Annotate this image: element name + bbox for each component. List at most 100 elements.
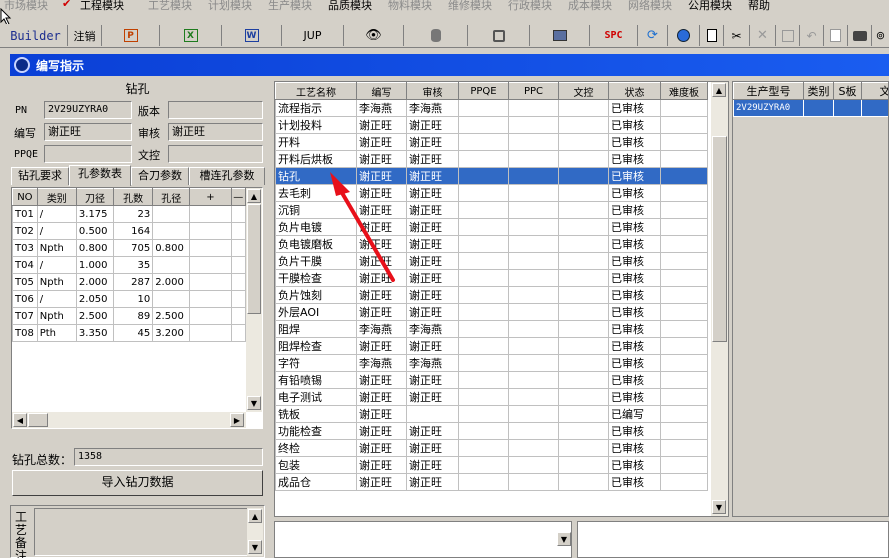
scroll-down-icon[interactable]: ▼ bbox=[247, 396, 261, 410]
col-s-board[interactable]: S板 bbox=[833, 82, 862, 100]
col-plus[interactable]: + bbox=[189, 188, 232, 206]
bottom-text-area[interactable] bbox=[577, 521, 889, 558]
menu-help[interactable]: 帮助 bbox=[748, 0, 770, 12]
col-production-model[interactable]: 生产型号 bbox=[733, 82, 804, 100]
print-button[interactable] bbox=[848, 25, 872, 46]
table-row[interactable]: 钻孔 谢正旺 谢正旺 已审核 bbox=[275, 167, 708, 185]
table-row[interactable]: 铣板 谢正旺 已编写 bbox=[275, 405, 708, 423]
col-author[interactable]: 编写 bbox=[356, 82, 407, 100]
table-row[interactable]: 终检 谢正旺 谢正旺 已审核 bbox=[275, 439, 708, 457]
word-button[interactable]: W bbox=[222, 25, 282, 46]
builder-button[interactable]: Builder bbox=[4, 25, 68, 46]
table-row[interactable]: 负片电镀 谢正旺 谢正旺 已审核 bbox=[275, 218, 708, 236]
tab-hole-params[interactable]: 孔参数表 bbox=[69, 165, 131, 186]
logout-button[interactable]: 注销 bbox=[68, 25, 102, 46]
scroll-up-icon[interactable]: ▲ bbox=[248, 509, 262, 523]
menu-production[interactable]: 生产模块 bbox=[268, 0, 312, 12]
network-button[interactable] bbox=[468, 25, 530, 46]
table-row[interactable]: 阻焊检查 谢正旺 谢正旺 已审核 bbox=[275, 337, 708, 355]
menu-maintenance[interactable]: 维修模块 bbox=[448, 0, 492, 12]
scroll-left-icon[interactable]: ◀ bbox=[13, 413, 27, 427]
binoculars-button[interactable]: ⊚ bbox=[872, 25, 889, 46]
excel-button[interactable]: X bbox=[160, 25, 222, 46]
table-row[interactable]: T05 Npth 2.000 287 2.000 bbox=[12, 273, 247, 291]
menu-process[interactable]: 工艺模块 bbox=[148, 0, 192, 12]
table-row[interactable]: 沉铜 谢正旺 谢正旺 已审核 bbox=[275, 201, 708, 219]
table-row[interactable]: 开料 谢正旺 谢正旺 已审核 bbox=[275, 133, 708, 151]
scroll-thumb[interactable] bbox=[247, 204, 261, 314]
computer-button[interactable] bbox=[530, 25, 590, 46]
table-row[interactable]: T04/1.000 35 bbox=[12, 256, 247, 274]
menu-common[interactable]: 公用模块 bbox=[688, 0, 732, 12]
col-difficulty[interactable]: 难度板 bbox=[660, 82, 708, 100]
table-row[interactable]: 字符 李海燕 李海燕 已审核 bbox=[275, 354, 708, 372]
ppqe-field[interactable] bbox=[44, 145, 132, 163]
spc-button[interactable]: SPC bbox=[590, 25, 638, 46]
scroll-up-icon[interactable]: ▲ bbox=[712, 83, 726, 97]
col-hole-diameter[interactable]: 孔径 bbox=[152, 188, 191, 206]
doc-control-field[interactable] bbox=[168, 145, 263, 163]
table-row[interactable]: 流程指示 李海燕 李海燕 已审核 bbox=[275, 99, 708, 117]
table-row[interactable]: 干膜检查 谢正旺 谢正旺 已审核 bbox=[275, 269, 708, 287]
col-type[interactable]: 类别 bbox=[36, 188, 77, 206]
col-tool-diameter[interactable]: 刀径 bbox=[75, 188, 115, 206]
table-row[interactable]: 阻焊 李海燕 李海燕 已审核 bbox=[275, 320, 708, 338]
tab-slot-params[interactable]: 槽连孔参数 bbox=[189, 167, 265, 185]
chevron-down-icon[interactable]: ▼ bbox=[557, 532, 571, 546]
scroll-up-icon[interactable]: ▲ bbox=[247, 189, 261, 203]
table-row[interactable]: T02/0.500 164 bbox=[12, 222, 247, 240]
table-row[interactable]: T06/2.050 10 bbox=[12, 290, 247, 308]
database-button[interactable] bbox=[404, 25, 468, 46]
menu-material[interactable]: 物料模块 bbox=[388, 0, 432, 12]
col-minus[interactable]: — bbox=[230, 188, 247, 206]
powerpoint-button[interactable]: P bbox=[102, 25, 160, 46]
remark-vscroll[interactable]: ▲ ▼ bbox=[247, 508, 263, 556]
table-row[interactable]: 功能检查 谢正旺 谢正旺 已审核 bbox=[275, 422, 708, 440]
table-row[interactable]: 外层AOI 谢正旺 谢正旺 已审核 bbox=[275, 303, 708, 321]
bottom-combo[interactable]: ▼ bbox=[274, 521, 572, 558]
table-row[interactable]: 电子测试 谢正旺 谢正旺 已审核 bbox=[275, 388, 708, 406]
menu-network[interactable]: 网络模块 bbox=[628, 0, 672, 12]
table-row[interactable]: 有铅喷锡 谢正旺 谢正旺 已审核 bbox=[275, 371, 708, 389]
table-row[interactable]: 去毛刺 谢正旺 谢正旺 已审核 bbox=[275, 184, 708, 202]
scroll-thumb[interactable] bbox=[28, 413, 48, 427]
view-button[interactable]: 👁 bbox=[344, 25, 404, 46]
pn-field[interactable]: 2V29UZYRA0 bbox=[44, 101, 132, 119]
table-row[interactable]: T03 Npth 0.800 705 0.800 bbox=[12, 239, 247, 257]
table-row[interactable]: 成品仓 谢正旺 谢正旺 已审核 bbox=[275, 473, 708, 491]
preview-button[interactable] bbox=[824, 25, 848, 46]
table-row[interactable]: 计划投料 谢正旺 谢正旺 已审核 bbox=[275, 116, 708, 134]
col-ppqe[interactable]: PPQE bbox=[458, 82, 509, 100]
scroll-thumb[interactable] bbox=[712, 136, 727, 342]
process-grid-vscroll[interactable]: ▲ ▼ bbox=[711, 82, 728, 516]
undo-button[interactable]: ↶ bbox=[800, 25, 824, 46]
table-row[interactable]: 负电镀磨板 谢正旺 谢正旺 已审核 bbox=[275, 235, 708, 253]
save-button[interactable] bbox=[776, 25, 800, 46]
tab-drill-requirements[interactable]: 钻孔要求 bbox=[11, 167, 69, 185]
menu-admin[interactable]: 行政模块 bbox=[508, 0, 552, 12]
table-row[interactable]: 负片干膜 谢正旺 谢正旺 已审核 bbox=[275, 252, 708, 270]
col-ppc[interactable]: PPC bbox=[508, 82, 559, 100]
table-row[interactable]: T08 Pth 3.350 45 3.200 bbox=[12, 324, 247, 342]
hole-grid-hscroll[interactable]: ◀ ▶ bbox=[12, 412, 246, 428]
col-category[interactable]: 类别 bbox=[803, 82, 834, 100]
menu-plan[interactable]: 计划模块 bbox=[208, 0, 252, 12]
remark-textarea[interactable] bbox=[34, 508, 248, 556]
menu-cost[interactable]: 成本模块 bbox=[568, 0, 612, 12]
menu-quality[interactable]: 品质模块 bbox=[328, 0, 372, 12]
reviewer-field[interactable]: 谢正旺 bbox=[168, 123, 263, 141]
table-row[interactable]: 开料后烘板 谢正旺 谢正旺 已审核 bbox=[275, 150, 708, 168]
new-button[interactable] bbox=[700, 25, 724, 46]
refresh-button[interactable]: ⟳ bbox=[638, 25, 668, 46]
cut-button[interactable]: ✂ bbox=[724, 25, 750, 46]
scroll-down-icon[interactable]: ▼ bbox=[248, 540, 262, 554]
col-status[interactable]: 状态 bbox=[608, 82, 661, 100]
scroll-down-icon[interactable]: ▼ bbox=[712, 500, 726, 514]
col-process-name[interactable]: 工艺名称 bbox=[275, 82, 357, 100]
globe-button[interactable] bbox=[668, 25, 700, 46]
scroll-right-icon[interactable]: ▶ bbox=[230, 413, 244, 427]
col-doc[interactable]: 文 bbox=[861, 82, 888, 100]
menu-engineering[interactable]: 工程模块 bbox=[80, 0, 124, 12]
version-field[interactable] bbox=[168, 101, 263, 119]
author-field[interactable]: 谢正旺 bbox=[44, 123, 132, 141]
